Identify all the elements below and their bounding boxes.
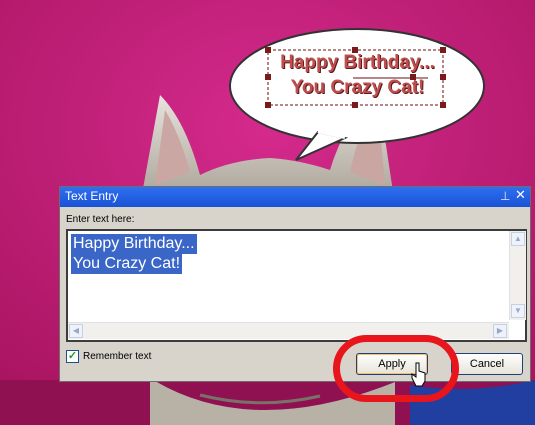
- scroll-up-icon[interactable]: ▲: [511, 232, 525, 246]
- selected-text-line[interactable]: You Crazy Cat!: [71, 254, 183, 274]
- resize-handle[interactable]: [352, 102, 358, 108]
- horizontal-scrollbar[interactable]: ◀ ▶: [68, 322, 509, 339]
- close-icon[interactable]: ✕: [515, 188, 526, 203]
- text-prompt-label: Enter text here:: [66, 214, 135, 225]
- canvas-stage: Happy Birthday... You Crazy Cat! Text En…: [0, 0, 535, 425]
- scroll-down-icon[interactable]: ▼: [511, 304, 525, 318]
- bubble-text-line[interactable]: Happy Birthday...: [265, 52, 450, 74]
- pin-icon[interactable]: ⊥: [500, 189, 510, 203]
- cancel-button[interactable]: Cancel: [451, 353, 523, 375]
- dialog-title: Text Entry: [65, 189, 119, 203]
- bubble-text-line[interactable]: You Crazy Cat!: [265, 77, 450, 99]
- dialog-titlebar[interactable]: Text Entry ⊥ ✕: [60, 187, 530, 207]
- vertical-scrollbar[interactable]: ▲ ▼: [509, 231, 526, 320]
- remember-text-checkbox[interactable]: ✓: [66, 350, 79, 363]
- text-entry-field[interactable]: Happy Birthday... You Crazy Cat! ▲ ▼ ◀ ▶: [66, 229, 527, 342]
- resize-handle[interactable]: [265, 102, 271, 108]
- mouse-cursor-icon: [411, 362, 426, 387]
- text-entry-dialog: Text Entry ⊥ ✕ Enter text here: Happy Bi…: [59, 186, 531, 382]
- selected-text-line[interactable]: Happy Birthday...: [71, 234, 197, 254]
- remember-text-label: Remember text: [83, 351, 152, 362]
- highlight-circle: [333, 335, 459, 402]
- scroll-right-icon[interactable]: ▶: [493, 324, 507, 338]
- resize-handle[interactable]: [440, 102, 446, 108]
- scroll-left-icon[interactable]: ◀: [69, 324, 83, 338]
